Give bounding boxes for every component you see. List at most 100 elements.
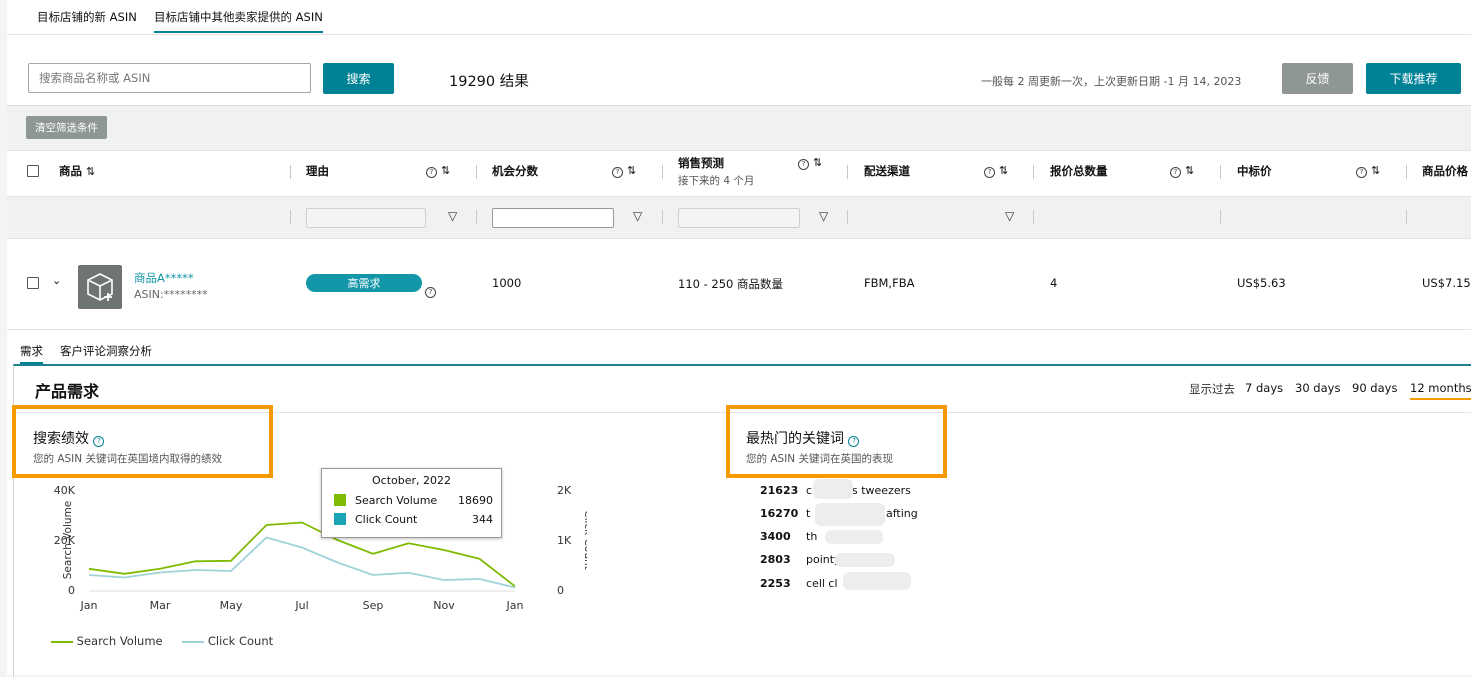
reason-filter-input[interactable] xyxy=(306,208,426,228)
y-tick-label-right: 2K xyxy=(557,484,572,497)
search-volume-swatch xyxy=(334,494,346,506)
tab-demand[interactable]: 需求 xyxy=(20,343,43,364)
tooltip-value: 18690 xyxy=(458,494,493,507)
help-icon[interactable]: ? xyxy=(1356,167,1367,178)
click-count-swatch xyxy=(334,513,346,525)
select-all-checkbox[interactable] xyxy=(27,165,39,177)
search-input[interactable] xyxy=(28,63,311,93)
search-performance-title: 搜索绩效 ? xyxy=(33,428,105,448)
feedback-button[interactable]: 反馈 xyxy=(1282,63,1353,94)
forecast-filter-input[interactable] xyxy=(678,208,800,228)
help-icon[interactable]: ? xyxy=(1170,167,1181,178)
x-tick-label: May xyxy=(220,599,243,612)
sort-icon[interactable]: ⇅ xyxy=(999,164,1008,177)
sort-icon[interactable]: ⇅ xyxy=(627,164,636,177)
divider xyxy=(1406,165,1407,179)
sort-icon[interactable]: ⇅ xyxy=(441,164,450,177)
tooltip-date: October, 2022 xyxy=(371,474,451,487)
col-offers-controls: ? ⇅ xyxy=(1170,163,1194,178)
col-channel[interactable]: 配送渠道 xyxy=(864,163,910,179)
col-offers[interactable]: 报价总数量 xyxy=(1050,163,1108,179)
col-product[interactable]: 商品 ⇅ xyxy=(59,163,95,179)
divider xyxy=(290,165,291,179)
col-buybox[interactable]: 中标价 xyxy=(1237,163,1272,179)
chart-legend: Search Volume Click Count xyxy=(51,634,273,648)
divider xyxy=(290,210,291,224)
col-opportunity[interactable]: 机会分数 xyxy=(492,163,538,179)
sort-icon[interactable]: ⇅ xyxy=(86,165,95,178)
help-icon[interactable]: ? xyxy=(984,167,995,178)
divider xyxy=(476,210,477,224)
row-checkbox[interactable] xyxy=(27,277,39,289)
col-sales-forecast-sub: 接下来的 4 个月 xyxy=(678,175,755,187)
y-axis-title-left: Search Volume xyxy=(62,501,74,579)
redaction-blur xyxy=(815,503,885,526)
sort-icon[interactable]: ⇅ xyxy=(1371,164,1380,177)
y-tick-label-right: 1K xyxy=(557,534,572,547)
keyword-text: afting xyxy=(886,507,918,520)
divider xyxy=(1033,165,1034,179)
help-icon[interactable]: ? xyxy=(848,436,860,447)
help-icon[interactable]: ? xyxy=(93,436,105,447)
download-recommendations-button[interactable]: 下载推荐 xyxy=(1366,63,1461,94)
fulfillment-channel: FBM,FBA xyxy=(864,276,915,290)
funnel-icon[interactable]: ▽ xyxy=(633,209,642,223)
help-icon[interactable]: ? xyxy=(798,159,809,170)
funnel-icon[interactable]: ▽ xyxy=(819,209,828,223)
sort-icon[interactable]: ⇅ xyxy=(1185,164,1194,177)
buybox-price: US$5.63 xyxy=(1237,276,1286,290)
chart-tooltip: October, 2022 Search Volume 18690 Click … xyxy=(321,468,502,538)
sales-forecast: 110 - 250 商品数量 xyxy=(678,277,784,291)
y-tick-label-left: 0 xyxy=(68,584,75,597)
table-header: 商品 ⇅ 理由 ? ⇅ 机会分数 ? ⇅ 销售预测 接下来的 4 个月 ? ⇅ … xyxy=(7,150,1471,196)
filter-bar xyxy=(7,105,1471,151)
help-icon[interactable]: ? xyxy=(426,167,437,178)
legend-click-count[interactable]: Click Count xyxy=(208,634,273,648)
x-tick-label: Sep xyxy=(363,599,384,612)
keyword-text: c xyxy=(806,484,813,497)
redaction-blur xyxy=(813,479,853,499)
sort-icon[interactable]: ⇅ xyxy=(813,156,822,169)
range-12-months[interactable]: 12 months xyxy=(1410,381,1471,400)
col-price[interactable]: 商品价格 xyxy=(1422,163,1468,179)
divider xyxy=(847,210,848,224)
redaction-blur xyxy=(843,572,911,590)
legend-line xyxy=(182,640,205,643)
search-button[interactable]: 搜索 xyxy=(323,63,394,94)
col-reason[interactable]: 理由 xyxy=(306,163,329,179)
x-tick-label: Jul xyxy=(294,599,308,612)
help-icon[interactable]: ? xyxy=(425,279,436,298)
range-30-days[interactable]: 30 days xyxy=(1295,381,1340,395)
clear-filters-button[interactable]: 清空筛选条件 xyxy=(26,116,107,139)
range-7-days[interactable]: 7 days xyxy=(1245,381,1283,395)
top-keywords-title: 最热门的关键词 ? xyxy=(746,428,860,448)
divider xyxy=(1220,210,1221,224)
search-performance-chart: 020K40K01K2KSearch Volume Click CountJan M… xyxy=(54,484,587,612)
y-axis-title-right: Click Count xyxy=(582,510,587,570)
product-asin: ASIN:******** xyxy=(134,288,208,301)
product-name-link[interactable]: 商品A***** xyxy=(134,270,194,286)
funnel-icon[interactable]: ▽ xyxy=(1005,209,1014,223)
redaction-blur xyxy=(825,530,883,544)
x-tick-label: Jan xyxy=(506,599,524,612)
tab-new-asin[interactable]: 目标店铺的新 ASIN xyxy=(37,9,137,25)
panel-title: 产品需求 xyxy=(35,382,100,401)
x-tick-label: Jan xyxy=(80,599,98,612)
col-opportunity-controls: ? ⇅ xyxy=(612,163,636,178)
help-icon[interactable]: ? xyxy=(612,167,623,178)
page-frame: 目标店铺的新 ASIN 目标店铺中其他卖家提供的 ASIN 搜索 19290 结… xyxy=(7,0,1471,677)
y-tick-label-left: 40K xyxy=(54,484,76,497)
chevron-down-icon[interactable]: ⌄ xyxy=(52,274,61,287)
funnel-icon[interactable]: ▽ xyxy=(448,209,457,223)
col-sales-forecast[interactable]: 销售预测 xyxy=(678,155,724,171)
tab-review-insights[interactable]: 客户评论洞察分析 xyxy=(60,343,152,359)
tab-other-seller-asin[interactable]: 目标店铺中其他卖家提供的 ASIN xyxy=(154,9,323,33)
legend-line xyxy=(51,640,73,643)
legend-search-volume[interactable]: Search Volume xyxy=(77,634,163,648)
divider xyxy=(662,165,663,179)
opportunity-filter-input[interactable] xyxy=(492,208,614,228)
range-90-days[interactable]: 90 days xyxy=(1352,381,1397,395)
series-line-click-count xyxy=(88,536,516,589)
asin-tabs: 目标店铺的新 ASIN 目标店铺中其他卖家提供的 ASIN xyxy=(7,0,1471,35)
keyword-count: 3400 xyxy=(760,530,791,543)
